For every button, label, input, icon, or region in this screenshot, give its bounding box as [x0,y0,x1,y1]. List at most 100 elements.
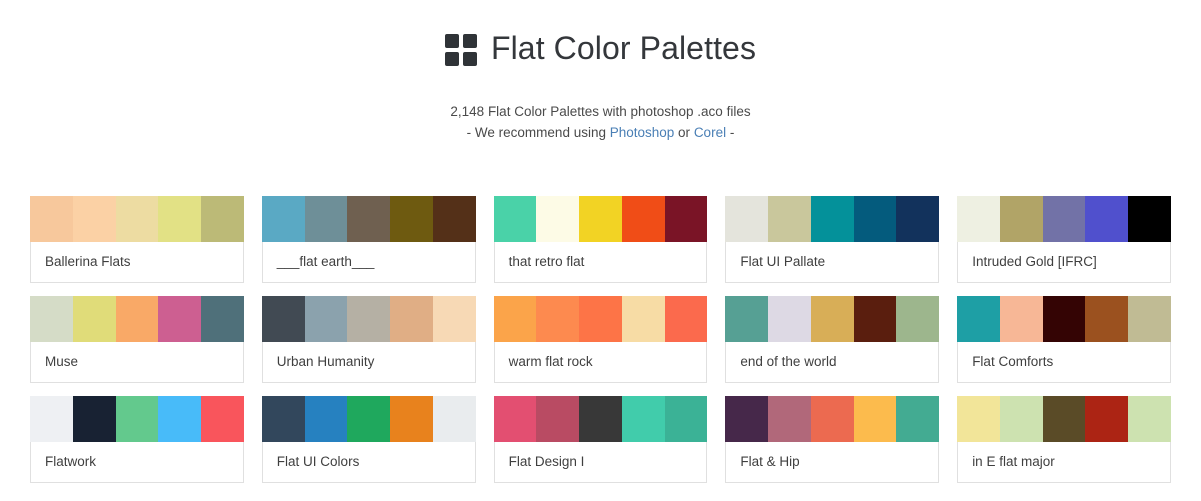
palette-card[interactable]: end of the world [725,295,940,383]
color-swatch[interactable] [201,295,244,342]
corel-link[interactable]: Corel [694,125,726,140]
color-swatch[interactable] [664,195,708,242]
color-swatch[interactable] [1042,395,1086,442]
photoshop-link[interactable]: Photoshop [610,125,675,140]
color-swatch[interactable] [1128,395,1172,442]
color-swatch[interactable] [957,295,1000,342]
subtitle-count-line: 2,148 Flat Color Palettes with photoshop… [450,104,751,120]
color-swatch[interactable] [30,295,73,342]
color-swatch[interactable] [1042,195,1086,242]
color-swatch[interactable] [72,195,116,242]
palette-card[interactable]: warm flat rock [493,295,708,383]
palette-card[interactable]: Flatwork [30,395,244,483]
color-swatch[interactable] [621,395,665,442]
color-swatch[interactable] [896,395,940,442]
color-swatch[interactable] [579,195,622,242]
color-swatch[interactable] [999,295,1043,342]
palette-card[interactable]: Flat UI Pallate [725,195,940,283]
color-swatch[interactable] [72,395,116,442]
color-swatch[interactable] [853,295,897,342]
color-swatch[interactable] [304,295,348,342]
palette-swatches [725,395,940,442]
color-swatch[interactable] [664,295,708,342]
palette-swatches [261,195,476,242]
color-swatch[interactable] [536,295,580,342]
color-swatch[interactable] [390,395,433,442]
color-swatch[interactable] [664,395,708,442]
palette-card[interactable]: Flat & Hip [725,395,940,483]
color-swatch[interactable] [115,395,159,442]
color-swatch[interactable] [347,395,391,442]
color-swatch[interactable] [432,195,476,242]
color-swatch[interactable] [853,395,897,442]
color-swatch[interactable] [304,195,348,242]
color-swatch[interactable] [579,395,622,442]
color-swatch[interactable] [432,395,476,442]
color-swatch[interactable] [725,295,769,342]
color-swatch[interactable] [158,395,202,442]
color-swatch[interactable] [261,295,305,342]
palette-swatches [725,195,940,242]
color-swatch[interactable] [621,295,665,342]
color-swatch[interactable] [853,195,897,242]
palette-swatches [30,195,244,242]
palette-name: Muse [30,341,244,383]
color-swatch[interactable] [1128,195,1172,242]
color-swatch[interactable] [896,195,940,242]
palette-card[interactable]: in E flat major [957,395,1172,483]
color-swatch[interactable] [30,395,73,442]
color-swatch[interactable] [621,195,665,242]
color-swatch[interactable] [579,295,622,342]
reco-prefix-text: - We recommend using [466,124,610,140]
color-swatch[interactable] [999,195,1043,242]
color-swatch[interactable] [115,295,159,342]
palette-swatches [493,195,708,242]
color-swatch[interactable] [158,295,202,342]
color-swatch[interactable] [999,395,1043,442]
color-swatch[interactable] [304,395,348,442]
color-swatch[interactable] [72,295,116,342]
color-swatch[interactable] [536,395,580,442]
color-swatch[interactable] [957,395,1000,442]
color-swatch[interactable] [768,295,811,342]
palette-card[interactable]: ___flat earth___ [261,195,476,283]
palette-card[interactable]: Flat UI Colors [261,395,476,483]
color-swatch[interactable] [432,295,476,342]
color-swatch[interactable] [768,195,811,242]
color-swatch[interactable] [158,195,202,242]
color-swatch[interactable] [30,195,73,242]
color-swatch[interactable] [725,195,769,242]
palette-card[interactable]: Ballerina Flats [30,195,244,283]
color-swatch[interactable] [1042,295,1086,342]
color-swatch[interactable] [1085,295,1129,342]
color-swatch[interactable] [810,295,854,342]
color-swatch[interactable] [261,395,305,442]
color-swatch[interactable] [347,195,391,242]
color-swatch[interactable] [390,195,433,242]
color-swatch[interactable] [493,395,537,442]
palette-card[interactable]: Muse [30,295,244,383]
color-swatch[interactable] [201,395,244,442]
color-swatch[interactable] [957,195,1000,242]
color-swatch[interactable] [1085,195,1129,242]
color-swatch[interactable] [493,295,537,342]
color-swatch[interactable] [347,295,391,342]
palette-card[interactable]: that retro flat [493,195,708,283]
color-swatch[interactable] [768,395,811,442]
color-swatch[interactable] [390,295,433,342]
color-swatch[interactable] [493,195,537,242]
color-swatch[interactable] [261,195,305,242]
color-swatch[interactable] [810,395,854,442]
color-swatch[interactable] [536,195,580,242]
color-swatch[interactable] [1085,395,1129,442]
color-swatch[interactable] [201,195,244,242]
palette-card[interactable]: Urban Humanity [261,295,476,383]
palette-card[interactable]: Flat Design I [493,395,708,483]
color-swatch[interactable] [1128,295,1172,342]
palette-card[interactable]: Flat Comforts [957,295,1172,383]
palette-card[interactable]: Intruded Gold [IFRC] [957,195,1172,283]
color-swatch[interactable] [725,395,769,442]
color-swatch[interactable] [115,195,159,242]
color-swatch[interactable] [810,195,854,242]
color-swatch[interactable] [896,295,940,342]
